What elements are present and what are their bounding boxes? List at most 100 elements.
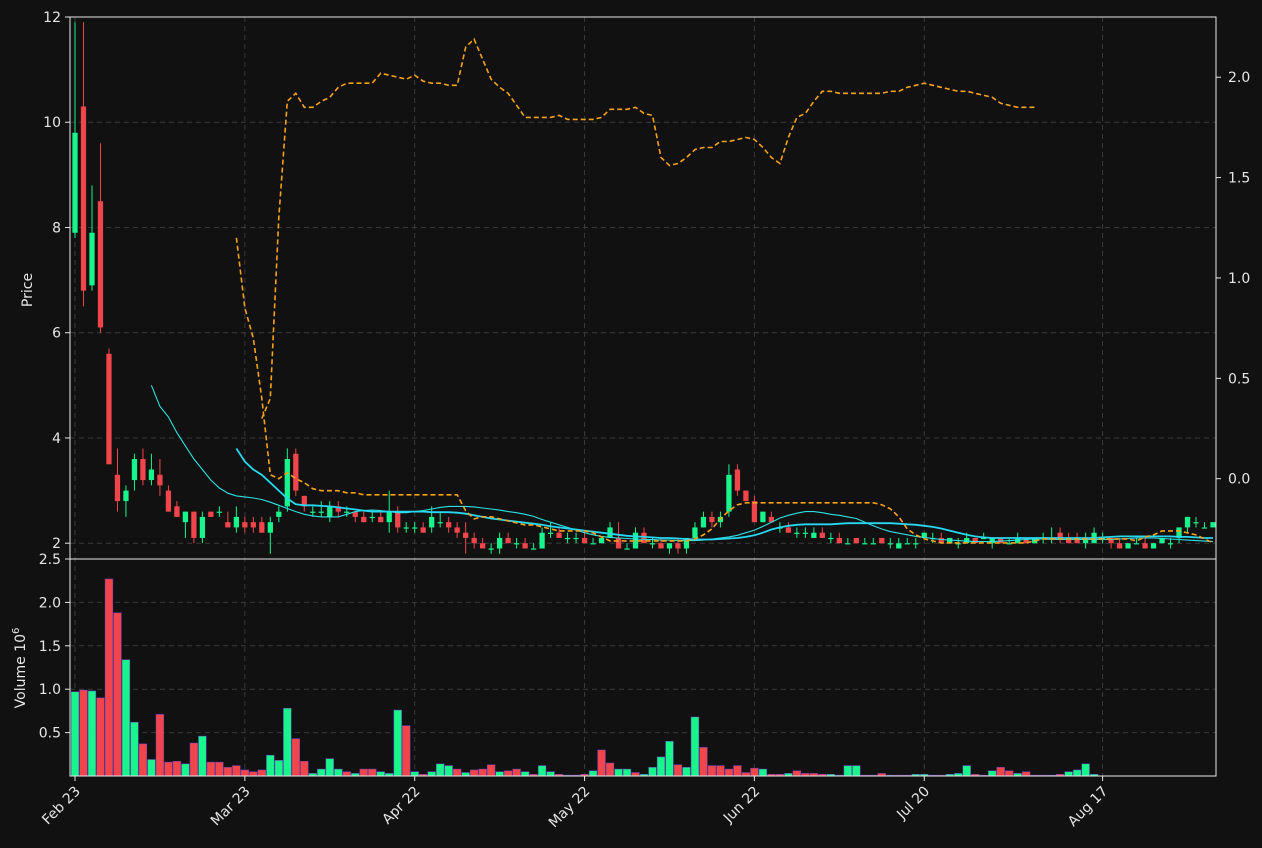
volume-bar [70,691,80,777]
candle-body [250,522,256,528]
volume-bar [164,761,173,777]
candle-body [1125,543,1131,549]
price-tick-label: 4 [52,431,61,447]
volume-bar [206,761,216,777]
candle-body [700,516,707,528]
volume-bar [648,767,657,777]
volume-bar [155,714,165,777]
candle-body [726,474,732,512]
x-tick-label: Feb 23 [39,784,84,829]
candle-body [862,543,868,545]
price-tick-label: 2 [52,536,61,552]
candle-body [480,543,486,549]
candle-body [123,490,129,502]
volume-bar [503,770,513,777]
candle-body [505,537,511,544]
candle-body [828,537,834,540]
candle-body [131,459,138,481]
volume-bar [673,764,683,777]
candle-body [157,474,163,486]
volume-bar [707,765,717,777]
candle-body [437,522,443,524]
volume-axis-label-text: Volume 10 [13,634,29,708]
candle-body [89,232,95,286]
volume-bar [359,768,368,777]
candle-body [225,522,231,528]
candle-body [658,543,664,549]
candle-body [496,537,503,549]
volume-bar [427,771,436,777]
volume-bar [291,738,300,777]
candle-body [675,543,681,549]
candle-body [395,511,401,528]
candle-body [896,543,902,549]
candle-body [165,490,172,512]
candle-body [1167,543,1174,545]
price-tick-label: 6 [52,326,61,342]
right-axis-tick-label: 1.5 [1228,171,1250,187]
x-tick-label: May 22 [546,784,594,832]
candle-body [624,548,630,550]
price-tick-label: 8 [52,220,61,236]
candle-body [1201,527,1208,529]
volume-bar [1064,771,1073,777]
candle-body [429,516,435,528]
volume-tick-label: 1.0 [39,682,61,698]
volume-bar [334,768,343,777]
volume-bar [189,742,199,777]
candle-body [182,511,189,523]
right-axis-tick-label: 0.5 [1228,371,1250,387]
candle-body [539,532,545,549]
volume-bar [843,765,852,777]
volume-bar [257,769,266,777]
volume-bar [622,768,632,777]
volume-bar [665,741,674,777]
candle-body [1142,543,1148,549]
candle-body [819,532,825,538]
candle-body [242,522,248,528]
candle-body [590,543,596,545]
candle-body [853,537,859,544]
candle-body [293,453,299,491]
volume-bar [758,768,768,777]
volume-tick-label: 2.5 [39,552,61,568]
candle-body [97,201,104,328]
candle-body [471,537,477,544]
volume-bar [436,763,445,777]
candle-body [361,516,367,523]
volume-bar [172,760,182,777]
volume-bar [1072,769,1082,777]
volume-bar [393,709,402,777]
volume-bar [520,771,530,777]
volume-bar [240,769,250,777]
volume-bar [741,772,751,777]
candle-body [488,548,494,550]
volume-bar [656,756,666,777]
candle-body [904,543,910,545]
volume-bar [792,770,802,777]
candle-body [463,532,469,538]
volume-bar [478,768,487,777]
volume-bar [215,761,224,777]
candle-body [1184,516,1191,528]
candle-body [1193,522,1199,524]
candle-body [191,511,197,538]
candle-body [811,532,817,538]
volume-bar [486,764,496,777]
volume-bar [733,765,742,777]
volume-bar [461,772,470,777]
candle-body [794,532,800,534]
candle-body [344,511,350,513]
volume-tick-label: 0.5 [39,726,61,742]
volume-bar [368,768,377,777]
chart-figure: Feb 23 Mar 23 Apr 22 May 22 Jun 22 Jul 20 Aug … [11,10,1250,832]
x-tick-label: Apr 22 [379,784,423,828]
volume-bar [614,768,623,777]
volume-bar [690,716,700,777]
volume-bar [1005,770,1014,777]
candle-body [208,511,214,517]
volume-bar [537,765,547,777]
candle-body [106,353,112,465]
price-tick-label: 10 [43,115,61,131]
volume-bar [376,771,385,777]
